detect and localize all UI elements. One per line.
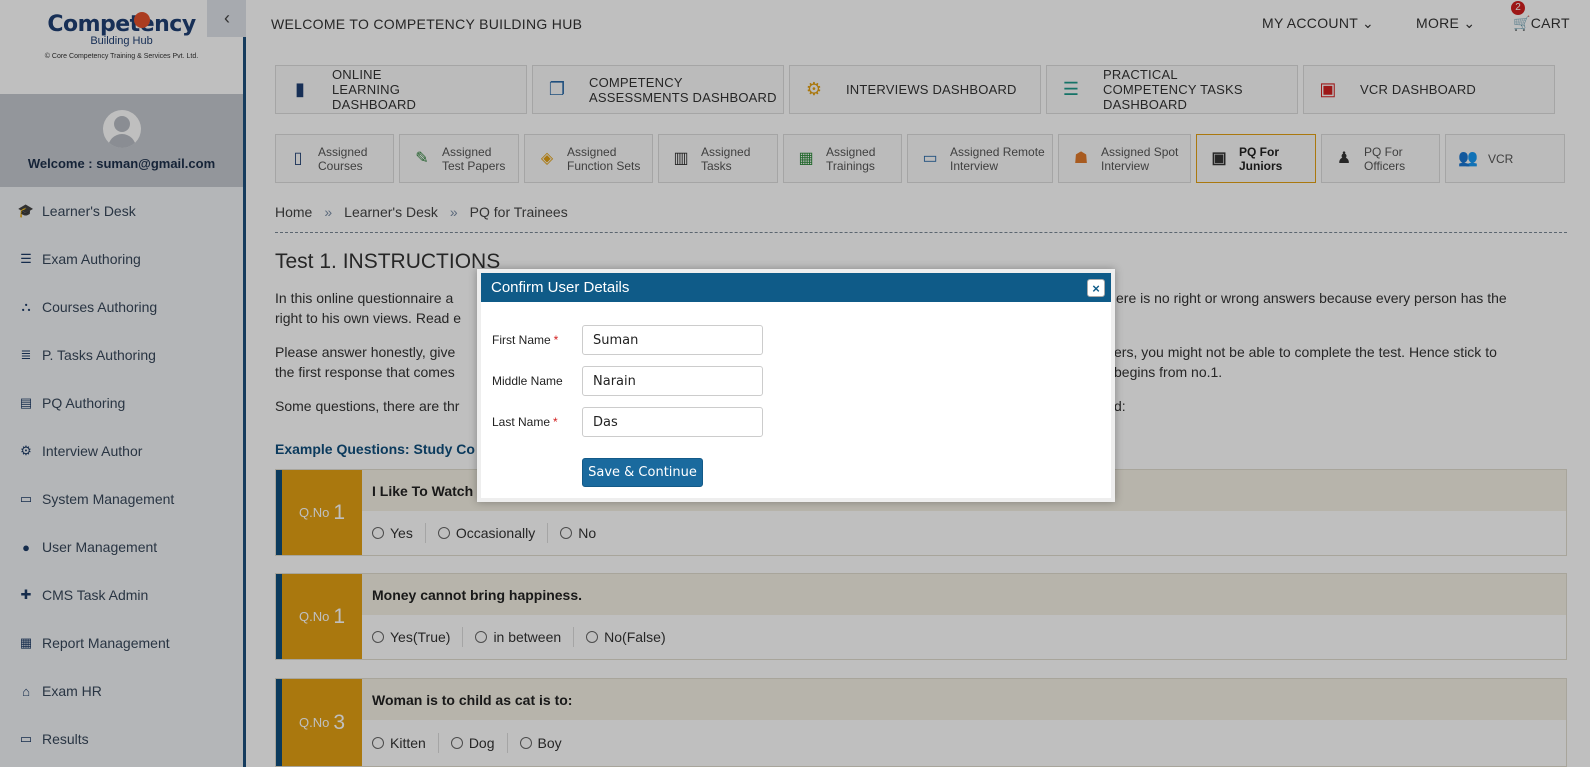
first-name-row: First Name * — [492, 325, 763, 355]
middle-name-label: Middle Name — [492, 374, 563, 388]
field-label: First Name — [492, 333, 551, 347]
save-continue-button[interactable]: Save & Continue — [582, 458, 703, 487]
last-name-field[interactable] — [582, 407, 763, 437]
last-name-label: Last Name * — [492, 415, 582, 429]
close-icon[interactable]: × — [1087, 279, 1105, 297]
required-marker: * — [553, 415, 558, 429]
last-name-row: Last Name * — [492, 407, 763, 437]
middle-name-field[interactable] — [582, 366, 763, 396]
field-label: Last Name — [492, 415, 551, 429]
confirm-user-details-dialog: Confirm User Details × First Name* Middl… — [477, 269, 1115, 502]
first-name-label: First Name * — [492, 333, 582, 347]
middle-name-row: Middle Name — [492, 366, 763, 396]
first-name-field[interactable] — [582, 325, 763, 355]
dialog-header: Confirm User Details × — [481, 273, 1111, 302]
dialog-title: Confirm User Details — [491, 279, 630, 296]
required-marker: * — [553, 333, 559, 347]
